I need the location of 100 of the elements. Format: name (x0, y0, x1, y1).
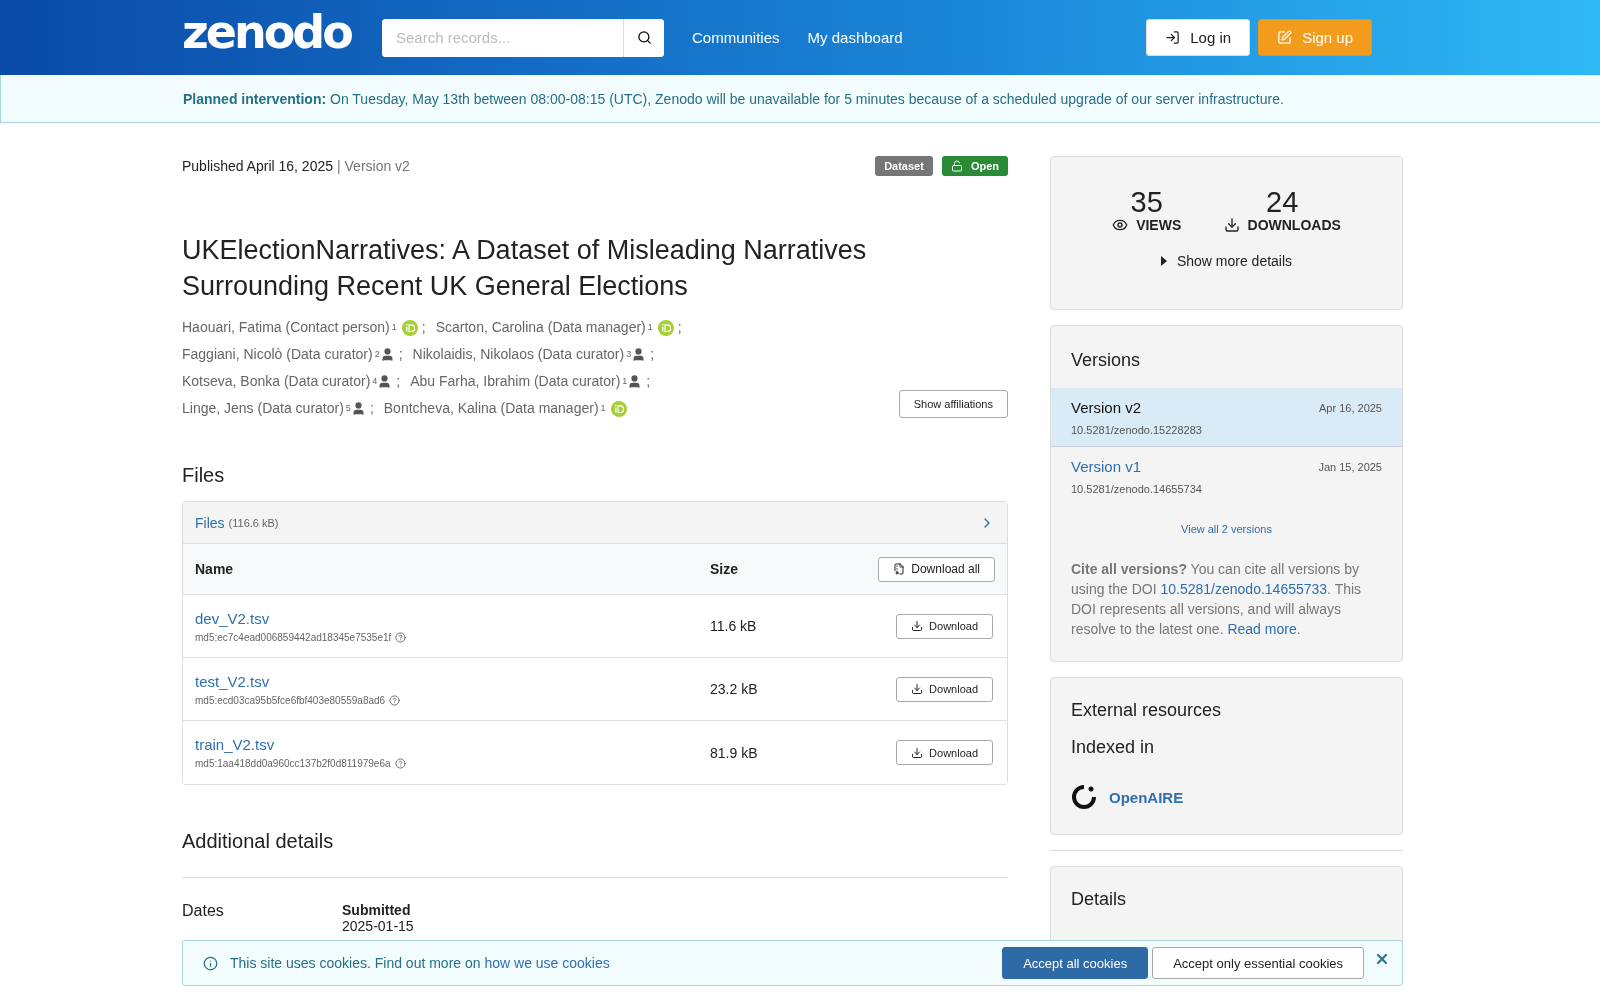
md5-checksum: md5:ecd03ca95b5fce6fbf403e80559a8ad6 (195, 694, 386, 706)
help-icon[interactable] (394, 758, 406, 769)
version-item[interactable]: Version v1 Jan 15, 2025 10.5281/zenodo.14655734 (1051, 446, 1402, 505)
author-name[interactable]: Kotseva, Bonka (Data curator) (182, 372, 371, 391)
version-item[interactable]: Version v2 Apr 16, 2025 10.5281/zenodo.15228283 (1051, 388, 1402, 446)
author-name[interactable]: Faggiani, Nicolò (Data curator) (182, 345, 373, 364)
record-title: UKElectionNarratives: A Dataset of Misleading Narratives Surrounding Recent UK General Elections (182, 234, 868, 303)
file-size: 23.2 kB (710, 681, 759, 697)
md5-checksum: md5:ec7c4ead006859442ad18345e7535e1f (195, 631, 392, 643)
author-name[interactable]: Nikolaidis, Nikolaos (Data curator) (412, 345, 625, 364)
file-size: 81.9 kB (710, 744, 759, 761)
author-name[interactable]: Haouari, Fatima (Contact person) (182, 318, 390, 337)
download-icon (911, 683, 924, 695)
openaire-link[interactable]: OpenAIRE (1109, 788, 1184, 806)
md5-checksum: md5:1aa418dd0a960cc137b2f0d811979e6a (195, 758, 391, 769)
help-icon[interactable] (389, 694, 401, 706)
downloads-label: DOWNLOADS (1247, 217, 1341, 233)
author-name[interactable]: Linge, Jens (Data curator) (182, 399, 344, 418)
version-doi: 10.5281/zenodo.14655734 (1071, 483, 1203, 495)
notice-text: Planned intervention: On Tuesday, May 13th between 08:00-08:15 (UTC), Zenodo will be unavailable for 5 minutes because of a scheduled upgrade of our server infrastructure. (183, 90, 1284, 107)
separator: ; (396, 372, 401, 391)
show-affiliations-button[interactable]: Show affiliations (898, 390, 1008, 418)
affiliation-number: 1 (600, 402, 606, 415)
affiliation-number: 5 (345, 402, 351, 415)
version-date: Jan 15, 2025 (1318, 461, 1382, 473)
column-header: Name (195, 561, 235, 577)
nav-link[interactable]: Communities (692, 29, 780, 46)
separator: ; (646, 372, 651, 391)
file-size: 11.6 kB (710, 618, 758, 634)
separator: ; (650, 345, 655, 364)
read-more-link[interactable]: Read more (1227, 621, 1297, 637)
orcid-icon[interactable] (657, 319, 674, 336)
details-heading: Details (1071, 889, 1128, 910)
person-icon (627, 374, 643, 389)
version-title[interactable]: Version v1 (1071, 457, 1142, 475)
version-doi: 10.5281/zenodo.15228283 (1071, 424, 1203, 436)
help-icon[interactable] (395, 631, 407, 643)
person-icon (379, 347, 395, 362)
download-icon (911, 620, 924, 632)
accept-essential-cookies-button[interactable]: Accept only essential cookies (1152, 947, 1364, 979)
download-icon (911, 746, 924, 759)
date-value: 2025-01-15 (342, 918, 414, 934)
downloads-count: 24 (1266, 187, 1299, 217)
author-name[interactable]: Scarton, Carolina (Data manager) (435, 318, 646, 337)
version-title[interactable]: Version v2 (1071, 398, 1142, 416)
orcid-icon[interactable] (610, 400, 627, 417)
edit-icon (1277, 30, 1293, 45)
file-link[interactable]: train_V2.tsv (195, 736, 710, 753)
search-field[interactable]: Search records... (382, 18, 664, 57)
affiliation-number: 4 (372, 375, 378, 388)
cookie-policy-link[interactable]: how we use cookies (484, 955, 610, 971)
accept-all-cookies-button[interactable]: Accept all cookies (1002, 947, 1149, 979)
person-icon (350, 401, 366, 416)
separator: ; (369, 399, 374, 418)
indexed-in-heading: Indexed in (1071, 737, 1156, 758)
views-label: VIEWS (1136, 217, 1182, 233)
dates-label: Dates (182, 902, 225, 921)
files-heading: Files (182, 464, 226, 487)
file-link[interactable]: dev_V2.tsv (195, 609, 710, 627)
affiliation-number: 3 (626, 348, 632, 361)
separator: ; (421, 318, 426, 337)
download-button[interactable]: Download (896, 740, 993, 765)
person-icon (377, 374, 393, 389)
file-link[interactable]: test_V2.tsv (195, 672, 710, 690)
access-badge: Open (941, 156, 1008, 176)
publication-date: Published April 16, 2025 (182, 158, 333, 174)
close-icon[interactable] (1374, 951, 1390, 967)
view-all-versions-link[interactable]: View all 2 versions (1181, 523, 1272, 535)
download-all-button[interactable]: Download all (878, 556, 995, 582)
info-icon (203, 955, 218, 971)
affiliation-number: 1 (647, 321, 653, 334)
download-icon (1223, 217, 1240, 233)
search-button[interactable] (623, 18, 664, 57)
nav-link[interactable]: My dashboard (807, 29, 903, 46)
show-more-details[interactable]: Show more details (1176, 253, 1293, 269)
external-resources-heading: External resources (1071, 700, 1223, 721)
separator: ; (398, 345, 403, 364)
zenodo-logo[interactable]: zenodo (182, 8, 382, 55)
affiliation-number: 1 (622, 375, 628, 388)
date-type: Submitted (342, 902, 412, 918)
additional-details-heading: Additional details (182, 830, 335, 853)
affiliation-number: 2 (374, 348, 380, 361)
orcid-icon[interactable] (401, 319, 418, 336)
views-count: 35 (1130, 187, 1163, 217)
unlock-icon (950, 160, 963, 172)
author-name[interactable]: Abu Farha, Ibrahim (Data curator) (410, 372, 621, 391)
openaire-logo-icon (1071, 784, 1097, 810)
version-date: Apr 16, 2025 (1319, 402, 1382, 414)
affiliation-number: 1 (391, 321, 397, 334)
download-button[interactable]: Download (896, 676, 993, 702)
cookie-text: This site uses cookies. Find out more on how we use cookies (230, 955, 610, 971)
cite-all-versions-text: Cite all versions? You can cite all versions by using the DOI 10.5281/zenodo.14655733. This DOI represents all versions, and will always resolve to the latest one. Read more. (1070, 560, 1363, 639)
eye-icon (1112, 217, 1129, 233)
download-button[interactable]: Download (896, 613, 993, 639)
files-toggle[interactable]: Files (195, 514, 225, 531)
author-name[interactable]: Bontcheva, Kalina (Data manager) (383, 399, 599, 418)
person-icon (631, 347, 647, 362)
column-header: Size (710, 561, 739, 577)
login-button[interactable]: Log in (1146, 19, 1251, 56)
version-label: | Version v2 (337, 158, 410, 174)
